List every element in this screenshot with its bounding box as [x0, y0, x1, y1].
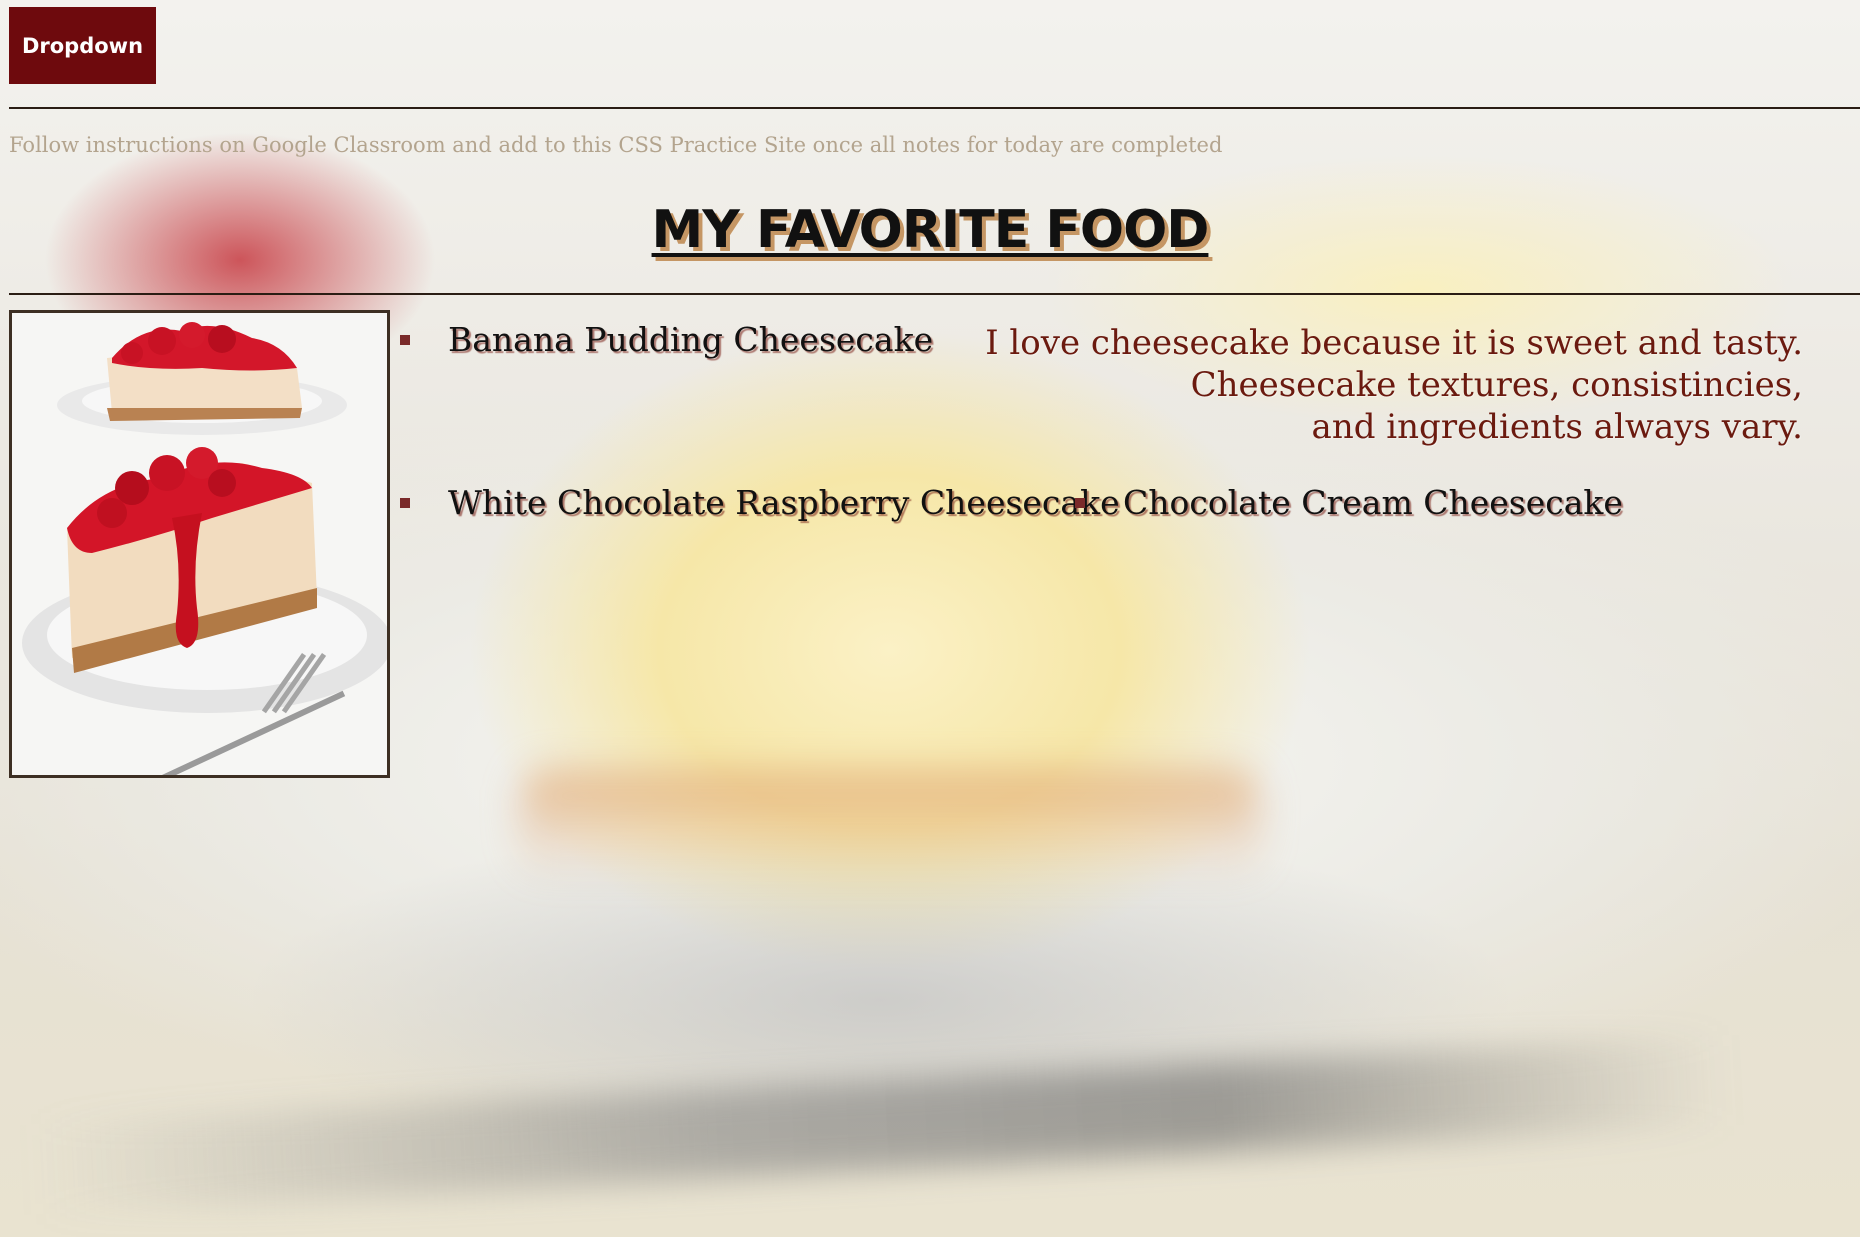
instructions-text: Follow instructions on Google Classroom …: [9, 133, 1223, 157]
square-bullet-icon: [400, 497, 410, 508]
square-bullet-icon: [1075, 497, 1085, 508]
background-blur-crust: [520, 770, 1260, 880]
list-item-label: Chocolate Cream Cheesecake: [1123, 483, 1623, 522]
background-blur-fork: [28, 1035, 1732, 1215]
square-bullet-icon: [400, 334, 410, 345]
page-title-text: MY FAVORITE FOOD: [651, 200, 1210, 260]
description-paragraph: I love cheesecake because it is sweet an…: [983, 322, 1803, 448]
page-title: MY FAVORITE FOOD: [0, 200, 1860, 260]
dropdown-button[interactable]: Dropdown: [9, 7, 156, 84]
list-item-chocolate-cream: Chocolate Cream Cheesecake: [1075, 483, 1623, 522]
description-line: I love cheesecake because it is sweet an…: [985, 323, 1803, 363]
description-line: Cheesecake textures, consistincies,: [1190, 365, 1803, 405]
top-divider: [9, 107, 1860, 109]
list-item-label: White Chocolate Raspberry Cheesecake: [448, 483, 1120, 522]
list-item-white-chocolate-raspberry: White Chocolate Raspberry Cheesecake: [400, 483, 1120, 522]
list-item-label: Banana Pudding Cheesecake: [448, 320, 934, 359]
list-item-banana-pudding: Banana Pudding Cheesecake: [400, 320, 933, 359]
title-divider: [9, 293, 1860, 295]
cheesecake-illustration: [12, 313, 387, 775]
description-line: and ingredients always vary.: [1311, 407, 1803, 447]
cheesecake-image: [9, 310, 390, 778]
